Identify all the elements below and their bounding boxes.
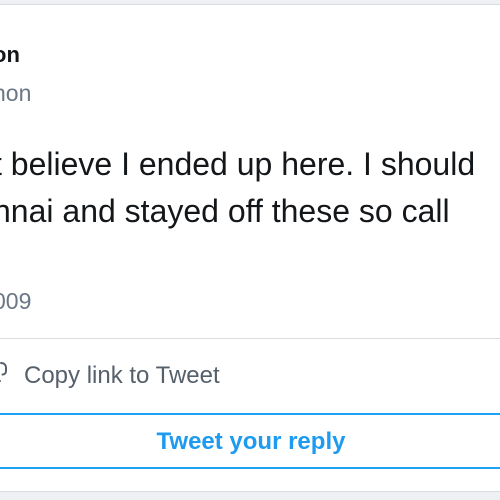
tweet-timestamp[interactable]: 009 (0, 288, 31, 315)
tweet-card: on non t believe I ended up here. I shou… (0, 4, 500, 492)
tweet-text-line: t believe I ended up here. I should (0, 146, 476, 182)
author-display-name[interactable]: on (0, 42, 20, 68)
copy-link-label: Copy link to Tweet (24, 362, 220, 389)
reply-button-label: Tweet your reply (156, 428, 346, 455)
tweet-reply-button[interactable]: Tweet your reply (0, 413, 500, 469)
link-icon (0, 362, 7, 382)
copy-link-button[interactable]: Copy link to Tweet (0, 339, 500, 413)
tweet-text-line: nnai and stayed off these so call (0, 193, 450, 229)
author-handle[interactable]: non (0, 80, 31, 107)
tweet-text: t believe I ended up here. I should nnai… (0, 141, 475, 235)
